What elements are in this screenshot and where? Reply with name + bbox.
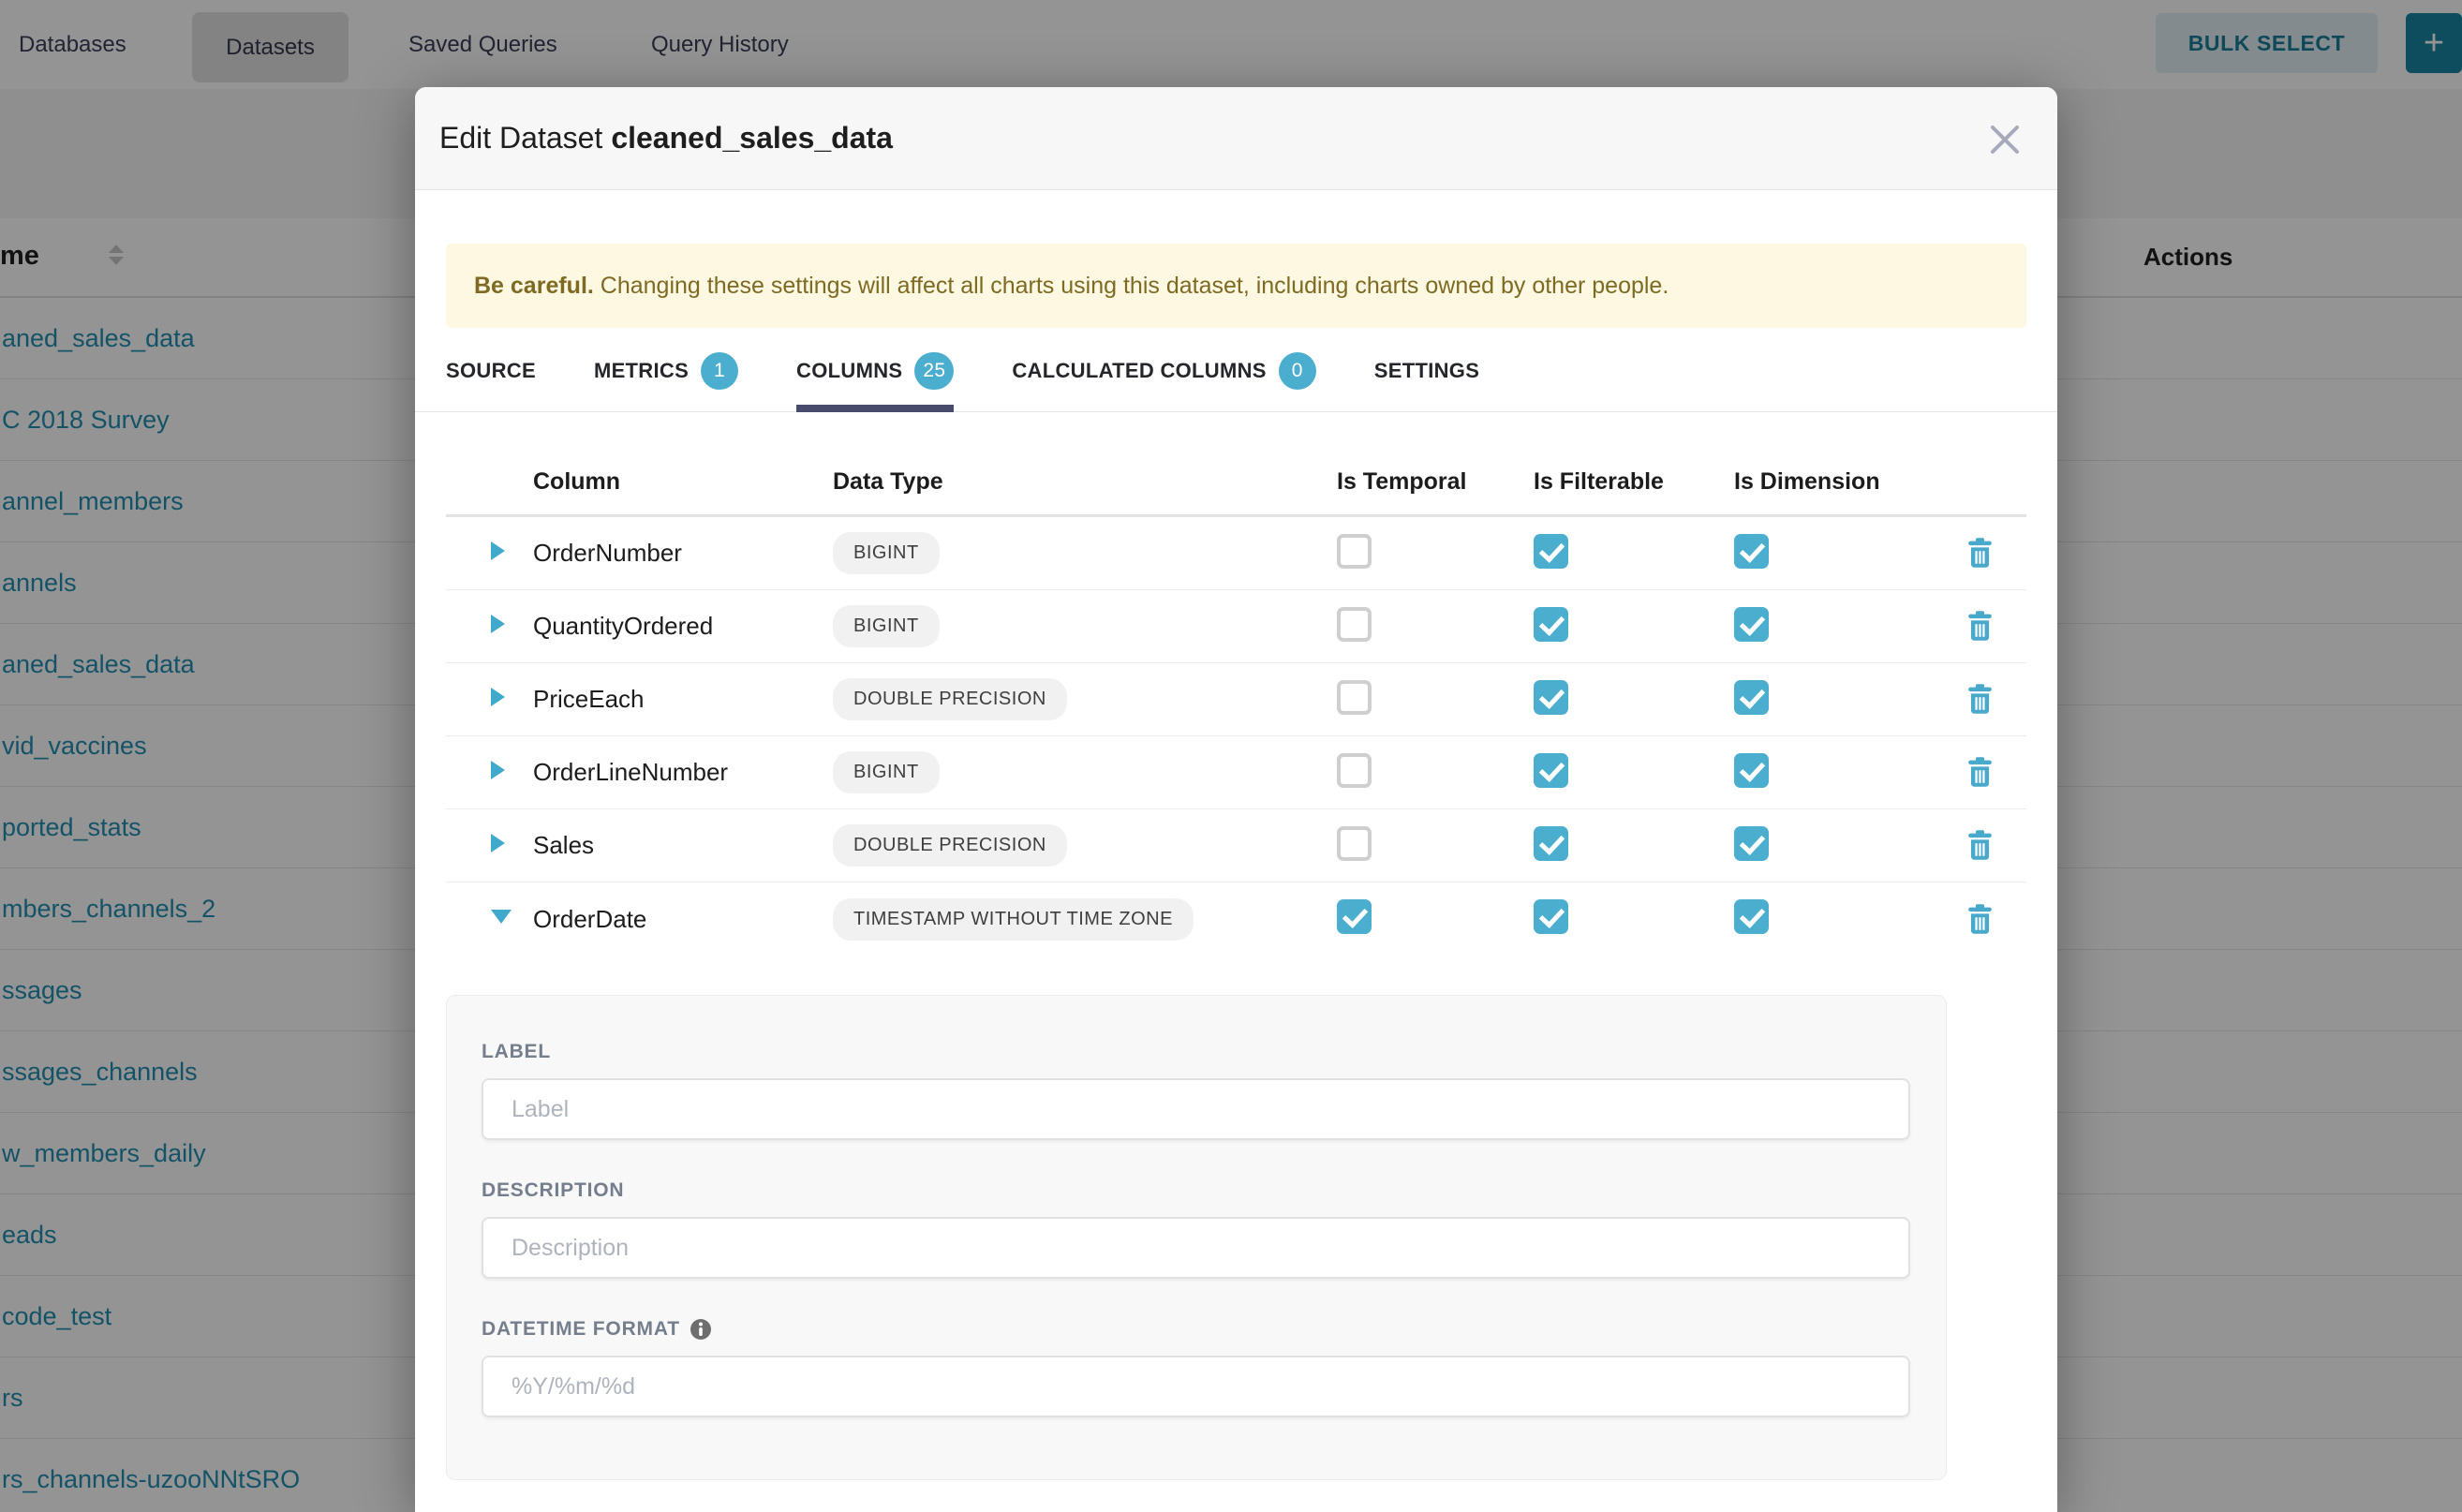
tab-calculated-columns[interactable]: CALCULATED COLUMNS 0	[1012, 352, 1315, 412]
column-header: Column	[533, 468, 833, 496]
columns-count-badge: 25	[914, 352, 954, 390]
delete-column-button[interactable]	[1967, 830, 1993, 861]
trash-icon	[1967, 684, 1993, 715]
modal-title-dataset-name: cleaned_sales_data	[611, 121, 893, 155]
description-field-label: DESCRIPTION	[482, 1179, 1910, 1202]
trash-icon	[1967, 757, 1993, 788]
label-field-group: LABEL	[482, 1041, 1910, 1140]
datetime-format-field-group: DATETIME FORMAT	[482, 1318, 1910, 1417]
column-name: Sales	[533, 831, 833, 860]
datetime-format-field-label: DATETIME FORMAT	[482, 1318, 680, 1341]
columns-table-header: Column Data Type Is Temporal Is Filterab…	[446, 412, 2026, 517]
expand-caret-icon[interactable]	[491, 688, 505, 706]
expand-caret-icon[interactable]	[491, 615, 505, 633]
is-temporal-checkbox[interactable]	[1337, 826, 1372, 861]
is-temporal-checkbox[interactable]	[1337, 680, 1372, 715]
expand-caret-icon[interactable]	[491, 761, 505, 779]
is-filterable-checkbox[interactable]	[1534, 680, 1568, 715]
trash-icon	[1967, 538, 1993, 569]
warning-banner: Be careful. Changing these settings will…	[446, 244, 2026, 328]
tab-label: SETTINGS	[1374, 359, 1479, 383]
trash-icon	[1967, 611, 1993, 642]
modal-header: Edit Dataset cleaned_sales_data	[415, 87, 2057, 190]
description-input[interactable]	[482, 1217, 1910, 1279]
delete-column-button[interactable]	[1967, 757, 1993, 788]
close-button[interactable]	[1979, 115, 2031, 164]
is-filterable-checkbox[interactable]	[1534, 899, 1568, 934]
is-temporal-checkbox[interactable]	[1337, 899, 1372, 934]
table-row: PriceEach DOUBLE PRECISION	[446, 663, 2026, 736]
tab-label: SOURCE	[446, 359, 536, 383]
is-dimension-checkbox[interactable]	[1734, 899, 1769, 934]
is-dimension-header: Is Dimension	[1734, 468, 1933, 496]
column-name: OrderLineNumber	[533, 758, 833, 787]
data-type-pill: TIMESTAMP WITHOUT TIME ZONE	[833, 898, 1194, 941]
column-name: QuantityOrdered	[533, 612, 833, 641]
is-temporal-checkbox[interactable]	[1337, 607, 1372, 642]
tab-columns[interactable]: COLUMNS 25	[796, 352, 954, 412]
is-filterable-checkbox[interactable]	[1534, 607, 1568, 642]
columns-table: Column Data Type Is Temporal Is Filterab…	[446, 412, 2026, 956]
delete-column-button[interactable]	[1967, 611, 1993, 642]
data-type-pill: BIGINT	[833, 532, 940, 574]
tab-label: COLUMNS	[796, 359, 902, 383]
tab-source[interactable]: SOURCE	[446, 352, 536, 412]
info-icon[interactable]	[690, 1318, 712, 1341]
is-dimension-checkbox[interactable]	[1734, 680, 1769, 715]
tab-settings[interactable]: SETTINGS	[1374, 352, 1479, 412]
modal-tabs: SOURCE METRICS 1 COLUMNS 25 CALCULATED C…	[446, 352, 2026, 412]
warning-bold-text: Be careful.	[474, 273, 594, 300]
metrics-count-badge: 1	[701, 352, 738, 390]
is-filterable-checkbox[interactable]	[1534, 534, 1568, 569]
tab-label: METRICS	[594, 359, 689, 383]
data-type-pill: DOUBLE PRECISION	[833, 824, 1067, 867]
is-temporal-header: Is Temporal	[1337, 468, 1534, 496]
is-temporal-checkbox[interactable]	[1337, 753, 1372, 788]
data-type-pill: DOUBLE PRECISION	[833, 678, 1067, 720]
data-type-pill: BIGINT	[833, 605, 940, 647]
description-field-group: DESCRIPTION	[482, 1179, 1910, 1279]
expand-caret-icon[interactable]	[491, 541, 505, 560]
tab-label: CALCULATED COLUMNS	[1012, 359, 1266, 383]
is-dimension-checkbox[interactable]	[1734, 607, 1769, 642]
delete-column-button[interactable]	[1967, 904, 1993, 935]
column-editor-panel: LABEL DESCRIPTION DATETIME FORMAT	[446, 995, 1947, 1480]
datetime-format-input[interactable]	[482, 1356, 1910, 1417]
modal-body: Be careful. Changing these settings will…	[415, 244, 2057, 1480]
data-type-header: Data Type	[833, 468, 1337, 496]
is-dimension-checkbox[interactable]	[1734, 753, 1769, 788]
table-row: OrderLineNumber BIGINT	[446, 736, 2026, 809]
label-input[interactable]	[482, 1078, 1910, 1140]
is-filterable-checkbox[interactable]	[1534, 826, 1568, 861]
calculated-columns-count-badge: 0	[1279, 352, 1316, 390]
tab-metrics[interactable]: METRICS 1	[594, 352, 738, 412]
is-filterable-header: Is Filterable	[1534, 468, 1734, 496]
close-icon	[1989, 124, 2021, 156]
table-row: OrderNumber BIGINT	[446, 517, 2026, 590]
delete-column-button[interactable]	[1967, 684, 1993, 715]
column-name: OrderDate	[533, 905, 833, 934]
edit-dataset-modal: Edit Dataset cleaned_sales_data Be carefu…	[415, 87, 2057, 1512]
modal-title: Edit Dataset cleaned_sales_data	[439, 121, 893, 156]
data-type-pill: BIGINT	[833, 751, 940, 793]
table-row: Sales DOUBLE PRECISION	[446, 809, 2026, 882]
delete-column-button[interactable]	[1967, 538, 1993, 569]
warning-text: Changing these settings will affect all …	[594, 273, 1669, 300]
app-root: Databases Datasets Saved Queries Query H…	[0, 0, 2462, 1512]
table-row: QuantityOrdered BIGINT	[446, 590, 2026, 663]
modal-title-prefix: Edit Dataset	[439, 121, 602, 155]
label-field-label: LABEL	[482, 1041, 1910, 1063]
column-name: PriceEach	[533, 685, 833, 714]
column-name: OrderNumber	[533, 539, 833, 568]
table-row: OrderDate TIMESTAMP WITHOUT TIME ZONE	[446, 882, 2026, 956]
expand-caret-icon[interactable]	[491, 834, 505, 852]
trash-icon	[1967, 830, 1993, 861]
trash-icon	[1967, 904, 1993, 935]
is-temporal-checkbox[interactable]	[1337, 534, 1372, 569]
is-dimension-checkbox[interactable]	[1734, 826, 1769, 861]
is-filterable-checkbox[interactable]	[1534, 753, 1568, 788]
collapse-caret-icon[interactable]	[491, 910, 512, 924]
is-dimension-checkbox[interactable]	[1734, 534, 1769, 569]
